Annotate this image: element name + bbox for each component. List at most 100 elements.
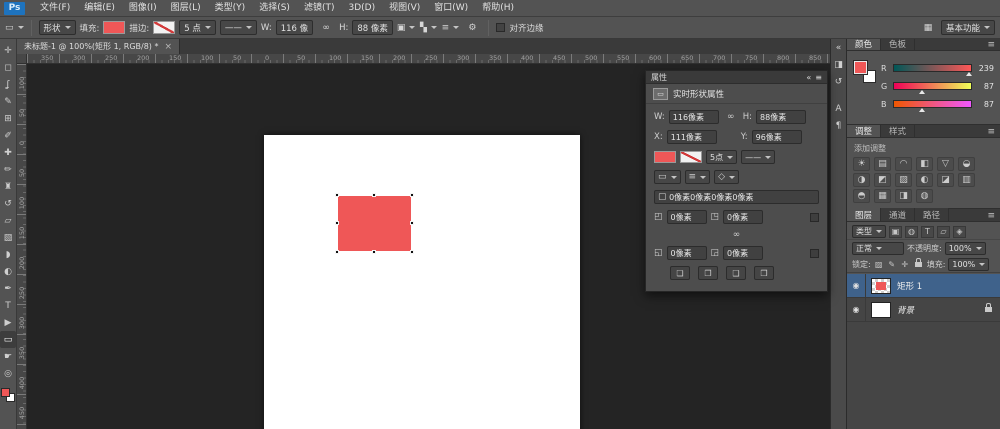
panel-menu-icon[interactable]: ≡ (815, 73, 822, 82)
shape-height-field[interactable]: 88 像素 (352, 20, 393, 35)
channel-mixer-icon[interactable]: ◐ (916, 173, 933, 187)
transform-handle-top-left[interactable] (335, 193, 339, 197)
rectangle-shape-tool[interactable]: ▭ (0, 331, 16, 348)
paragraph-panel-icon[interactable]: ¶ (831, 118, 846, 133)
workspace-switcher-button[interactable]: 基本功能 (941, 20, 995, 35)
prop-width-field[interactable]: 116像素 (669, 110, 719, 124)
clone-stamp-tool[interactable]: ♜ (0, 178, 16, 195)
gradient-tool[interactable]: ▧ (0, 229, 16, 246)
rectangular-marquee-tool[interactable]: ◻ (0, 59, 16, 76)
menu-window[interactable]: 窗口(W) (427, 0, 475, 17)
spot-healing-brush-tool[interactable]: ✚ (0, 144, 16, 161)
tab-layers[interactable]: 图层 (847, 208, 881, 221)
menu-view[interactable]: 视图(V) (382, 0, 427, 17)
horizontal-ruler[interactable]: 350 300 250 200 150 100 50 0 50 100 150 … (27, 54, 830, 64)
color-lookup-icon[interactable]: ◪ (937, 173, 954, 187)
prop-stroke-width-select[interactable]: 5点 (706, 150, 737, 164)
foreground-background-colors[interactable] (1, 388, 15, 402)
stroke-caps-select[interactable]: ≡ (685, 170, 711, 184)
layer-thumbnail[interactable] (871, 302, 891, 318)
adjustments-panel-menu-icon[interactable]: ≡ (987, 127, 1000, 137)
dodge-tool[interactable]: ◐ (0, 263, 16, 280)
menu-layer[interactable]: 图层(L) (164, 0, 208, 17)
blue-slider[interactable] (893, 100, 972, 108)
zoom-tool[interactable]: ◎ (0, 365, 16, 382)
radius-top-right-field[interactable]: 0像素 (723, 210, 763, 224)
prop-height-field[interactable]: 88像素 (756, 110, 806, 124)
vertical-ruler[interactable]: 100 50 0 50 100 150 200 250 300 350 400 … (17, 64, 27, 429)
tab-adjustments[interactable]: 调整 (847, 124, 881, 137)
eraser-tool[interactable]: ▱ (0, 212, 16, 229)
hand-tool[interactable]: ☛ (0, 348, 16, 365)
tool-mode-select[interactable]: 形状 (39, 20, 76, 35)
filter-adjustment-layers-icon[interactable]: ◍ (905, 226, 918, 238)
menu-help[interactable]: 帮助(H) (475, 0, 521, 17)
radius-bottom-left-field[interactable]: 0像素 (667, 246, 707, 260)
link-wh-icon[interactable]: ∞ (723, 112, 739, 122)
shape-settings-gear-button[interactable]: ⚙ (463, 20, 481, 36)
history-panel-icon[interactable]: ↺ (831, 74, 846, 89)
photo-filter-icon[interactable]: ▨ (895, 173, 912, 187)
hue-saturation-icon[interactable]: ◒ (958, 157, 975, 171)
lock-position-icon[interactable]: ✛ (900, 260, 910, 269)
radius-top-left-field[interactable]: 0像素 (667, 210, 707, 224)
exposure-icon[interactable]: ◧ (916, 157, 933, 171)
prop-x-field[interactable]: 111像素 (667, 130, 717, 144)
prop-stroke-swatch[interactable] (680, 151, 702, 163)
gradient-map-icon[interactable]: ◨ (895, 189, 912, 203)
red-slider[interactable] (893, 64, 972, 72)
link-dimensions-icon[interactable]: ∞ (317, 20, 335, 36)
posterize-icon[interactable]: ◓ (853, 189, 870, 203)
document-tab[interactable]: 未标题-1 @ 100%(矩形 1, RGB/8) * × (17, 39, 180, 54)
eyedropper-tool[interactable]: ✐ (0, 127, 16, 144)
stroke-color-swatch[interactable] (153, 21, 175, 34)
filter-shape-layers-icon[interactable]: ▱ (937, 226, 950, 238)
prop-fill-swatch[interactable] (654, 151, 676, 163)
blend-mode-select[interactable]: 正常 (852, 242, 904, 255)
menu-image[interactable]: 图像(I) (122, 0, 164, 17)
layer-filter-kind-select[interactable]: 类型 (852, 225, 886, 238)
menu-edit[interactable]: 编辑(E) (77, 0, 122, 17)
radius-bottom-right-field[interactable]: 0像素 (723, 246, 763, 260)
color-panel-menu-icon[interactable]: ≡ (987, 40, 1000, 50)
filter-pixel-layers-icon[interactable]: ▣ (889, 226, 902, 238)
menu-file[interactable]: 文件(F) (33, 0, 77, 17)
brush-tool[interactable]: ✏ (0, 161, 16, 178)
fill-color-swatch[interactable] (103, 21, 125, 34)
blue-slider-thumb[interactable] (919, 108, 925, 112)
blur-tool[interactable]: ◗ (0, 246, 16, 263)
path-arrangement-button[interactable]: ≡ (441, 20, 459, 36)
shape-width-field[interactable]: 116 像 (276, 20, 313, 35)
tab-channels[interactable]: 通道 (881, 208, 915, 221)
prop-y-field[interactable]: 96像素 (752, 130, 802, 144)
menu-type[interactable]: 类型(Y) (208, 0, 253, 17)
document-page[interactable] (264, 135, 580, 429)
link-radii-icon[interactable]: ∞ (729, 230, 745, 240)
fill-opacity-field[interactable]: 100% (948, 258, 989, 271)
path-selection-tool[interactable]: ▶ (0, 314, 16, 331)
red-slider-thumb[interactable] (966, 72, 972, 76)
tab-paths[interactable]: 路径 (915, 208, 949, 221)
lock-transparency-icon[interactable]: ▨ (874, 260, 884, 269)
radius-checkbox[interactable] (810, 213, 819, 222)
layer-thumbnail[interactable] (871, 278, 891, 294)
selective-color-icon[interactable]: ◍ (916, 189, 933, 203)
filter-type-layers-icon[interactable]: T (921, 226, 934, 238)
color-balance-icon[interactable]: ◑ (853, 173, 870, 187)
properties-panel-titlebar[interactable]: 属性 « ≡ (646, 71, 827, 84)
opacity-field[interactable]: 100% (945, 242, 986, 255)
visibility-eye-icon[interactable]: ◉ (847, 298, 866, 321)
green-slider-thumb[interactable] (919, 90, 925, 94)
path-alignment-button[interactable]: ▚ (419, 20, 437, 36)
pathfinder-button-1[interactable]: ❏ (670, 266, 690, 280)
move-tool[interactable]: ✛ (0, 42, 16, 59)
vibrance-icon[interactable]: ▽ (937, 157, 954, 171)
history-brush-tool[interactable]: ↺ (0, 195, 16, 212)
transform-handle-bottom-right[interactable] (410, 250, 414, 254)
transform-handle-top-middle[interactable] (372, 193, 376, 197)
character-panel-icon[interactable]: A (831, 101, 846, 116)
path-operations-button[interactable]: ▣ (397, 20, 416, 36)
radius-checkbox-2[interactable] (810, 249, 819, 258)
menu-select[interactable]: 选择(S) (252, 0, 297, 17)
transform-handle-bottom-middle[interactable] (372, 250, 376, 254)
